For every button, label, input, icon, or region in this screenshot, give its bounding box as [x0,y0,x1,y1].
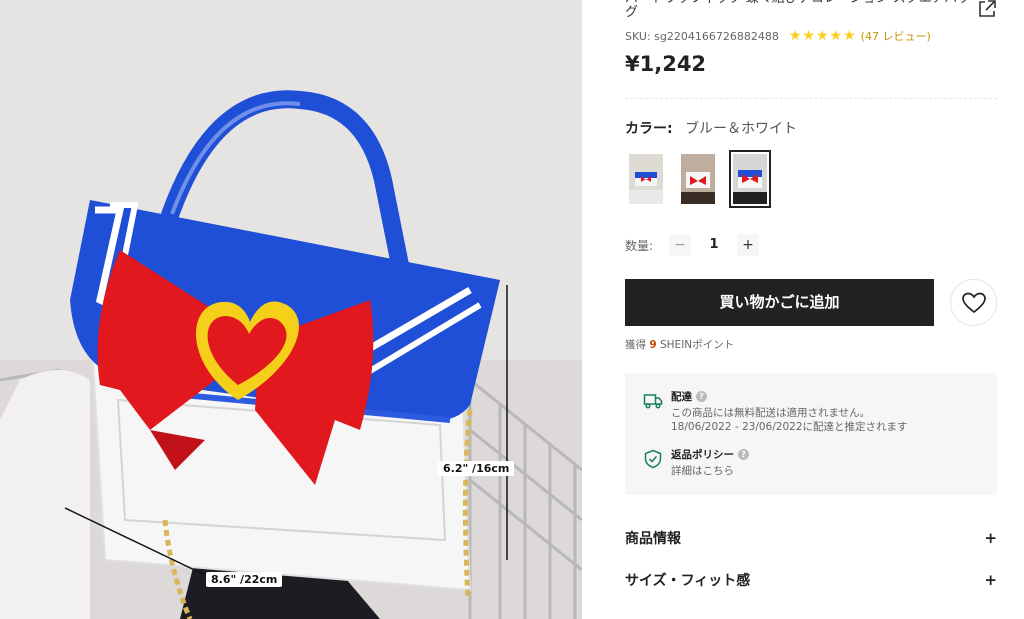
width-dimension-label: 8.6" /22cm [206,572,283,587]
star-icon: ★ [829,28,843,44]
help-icon[interactable]: ? [738,449,749,460]
accordion-label: サイズ・フィット感 [625,573,751,589]
color-swatch-3[interactable] [729,150,771,208]
sku-text: SKU: sg2204166726882488 [625,29,779,43]
swatch-thumbnail [681,154,715,204]
accordion-label: 商品情報 [625,531,681,547]
color-swatches [625,150,781,208]
star-icon: ★ [815,28,829,44]
color-label: カラー: [625,121,673,137]
height-dimension-label: 6.2" /16cm [438,461,515,476]
delivery-title: 配達 [671,391,692,403]
accordion-product-info[interactable]: 商品情報 + [625,528,997,548]
product-main-image[interactable]: 6.2" /16cm 8.6" /22cm [0,0,582,619]
return-title-row: 返品ポリシー ? [671,447,749,462]
shipping-info-box: 配達 ? この商品には無料配送は適用されません。 18/06/2022 - 23… [625,373,997,495]
color-swatch-2[interactable] [677,150,719,208]
delivery-title-row: 配達 ? [671,389,908,404]
return-policy-info: 返品ポリシー ? 詳細はこちら [643,447,749,478]
quantity-decrease-button[interactable]: − [669,234,692,256]
product-info-panel: パートワッフィック 蝶々結びデコレーション スクエアバッグ SKU: sg220… [625,0,1000,619]
shield-check-icon [643,449,663,469]
star-icon: ★ [843,28,856,44]
truck-icon [643,391,663,411]
points-suffix: SHEINポイント [660,339,735,351]
reviews-link[interactable]: (47 レビュー) [861,28,931,44]
delivery-note: この商品には無料配送は適用されません。 [671,407,871,419]
points-info: 獲得 9 SHEINポイント [625,337,734,352]
expand-plus-icon: + [984,571,997,589]
wishlist-button[interactable] [950,279,997,326]
points-prefix: 獲得 [625,339,646,351]
delivery-info: 配達 ? この商品には無料配送は適用されません。 18/06/2022 - 23… [643,389,908,434]
star-icon: ★ [802,28,815,44]
color-swatch-1[interactable] [625,150,667,208]
return-title: 返品ポリシー [671,449,734,461]
share-icon[interactable] [976,0,998,20]
heart-icon [961,292,986,313]
quantity-input[interactable]: 1 [691,234,737,256]
color-value: ブルー＆ホワイト [685,121,798,137]
delivery-estimate: 18/06/2022 - 23/06/2022に配達と推定されます [671,421,908,433]
product-price: ¥1,242 [625,52,707,76]
expand-plus-icon: + [984,529,997,547]
sku-rating-row: SKU: sg2204166726882488 ★ ★ ★ ★ ★ (47 レビ… [625,28,931,44]
help-icon[interactable]: ? [696,391,707,402]
rating-stars: ★ ★ ★ ★ ★ [789,29,857,43]
swatch-thumbnail [733,154,767,204]
points-count: 9 [649,339,657,351]
color-selector-label: カラー: ブルー＆ホワイト [625,118,797,138]
product-title: パートワッフィック 蝶々結びデコレーション スクエアバッグ [625,0,970,20]
swatch-thumbnail [629,154,663,204]
return-details-link[interactable]: 詳細はこちら [671,465,749,478]
star-icon: ★ [788,28,802,44]
quantity-label: 数量: [625,238,654,253]
add-to-cart-button[interactable]: 買い物かごに追加 [625,279,934,326]
quantity-row: 数量: − 1 + [625,234,760,256]
bag-illustration [0,0,582,619]
accordion-size-fit[interactable]: サイズ・フィット感 + [625,570,997,590]
quantity-increase-button[interactable]: + [737,234,760,256]
divider [625,98,997,99]
